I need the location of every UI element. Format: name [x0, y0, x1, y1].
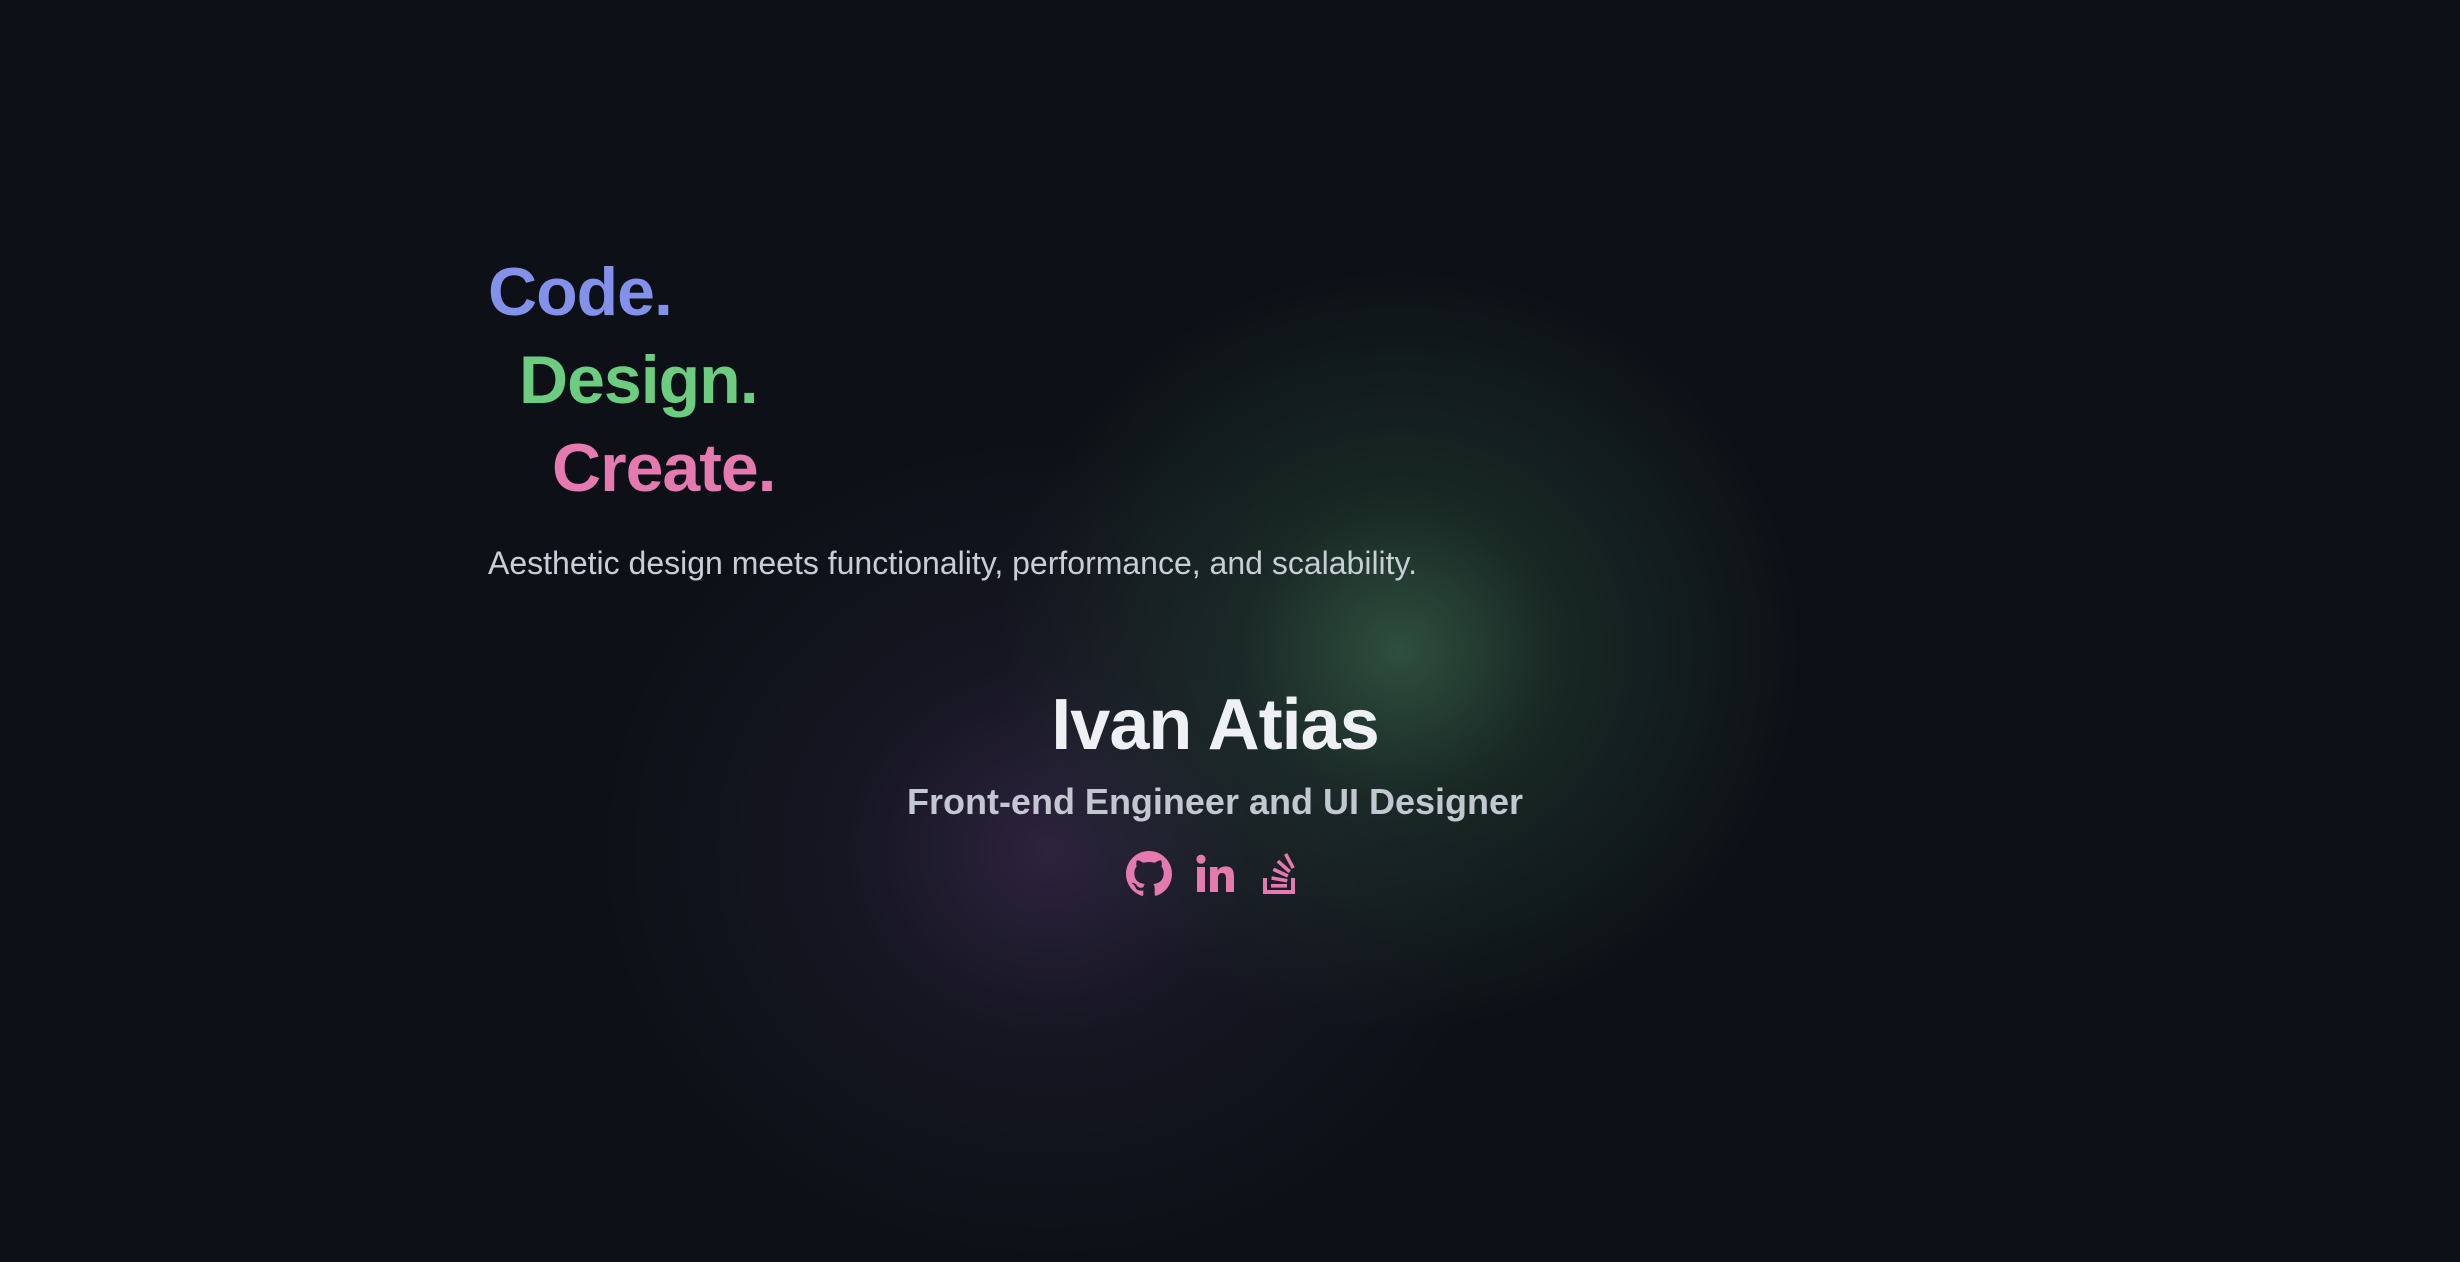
- profile-role: Front-end Engineer and UI Designer: [906, 781, 1524, 822]
- tagline-code: Code.: [488, 254, 673, 330]
- linkedin-icon: [1196, 854, 1234, 892]
- github-icon: [1126, 851, 1172, 896]
- github-link[interactable]: [1125, 850, 1173, 898]
- hero-subtitle: Aesthetic design meets functionality, pe…: [488, 545, 1418, 581]
- stackoverflow-link[interactable]: [1257, 850, 1305, 898]
- profile-name: Ivan Atias: [1051, 685, 1379, 765]
- social-links: [0, 850, 2430, 898]
- tagline-create: Create.: [552, 430, 777, 506]
- page: Code. Design. Create. Aesthetic design m…: [0, 0, 2460, 1262]
- stackoverflow-icon: [1263, 853, 1295, 894]
- linkedin-link[interactable]: [1191, 850, 1239, 898]
- tagline-design: Design.: [519, 342, 759, 418]
- profile-section: Ivan Atias Front-end Engineer and UI Des…: [0, 680, 2430, 898]
- background-glow-green: [1000, 270, 1800, 1030]
